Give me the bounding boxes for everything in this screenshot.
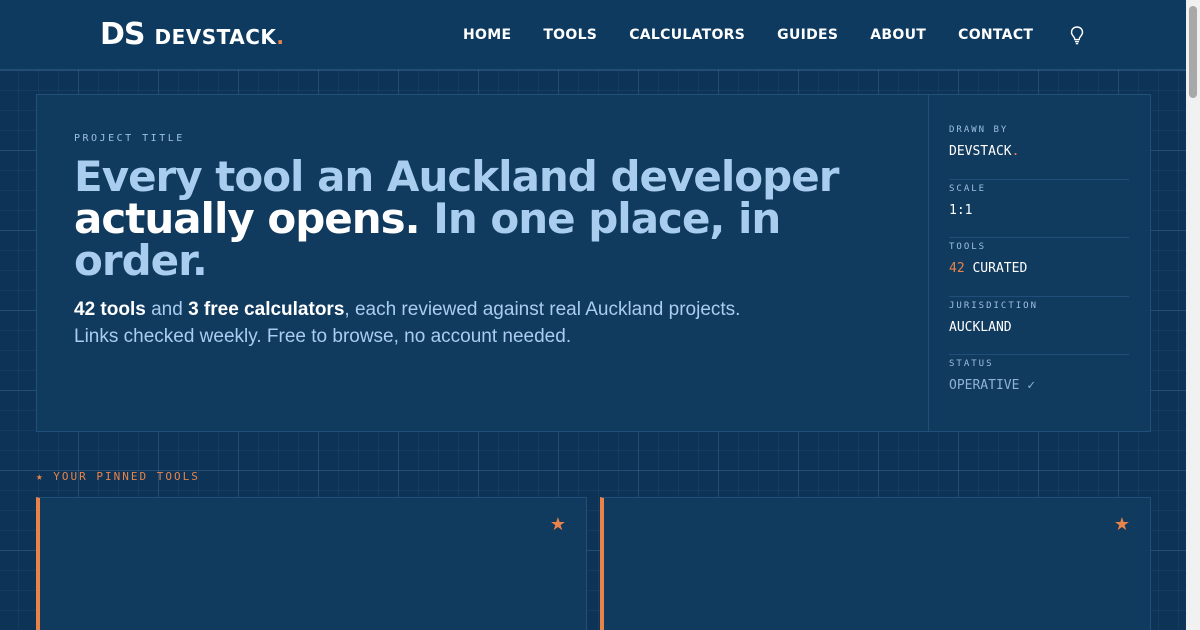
nav-tools[interactable]: TOOLS <box>543 27 597 43</box>
lightbulb-icon[interactable] <box>1069 25 1085 45</box>
spec-tools: TOOLS 42 CURATED <box>949 238 1129 297</box>
pinned-tools-heading: ★ YOUR PINNED TOOLS <box>36 470 200 483</box>
nav-calculators[interactable]: CALCULATORS <box>629 27 745 43</box>
status-badge: OPERATIVE ✓ <box>949 378 1036 393</box>
logo-mark: DS <box>100 17 146 52</box>
page-scrollbar[interactable] <box>1186 0 1200 630</box>
logo-dot: . <box>276 25 285 49</box>
nav-about[interactable]: ABOUT <box>870 27 926 43</box>
title-block: DRAWN BY DEVSTACK. SCALE 1:1 TOOLS 42 CU… <box>928 95 1151 431</box>
spec-scale: SCALE 1:1 <box>949 180 1129 238</box>
hero-eyebrow: PROJECT TITLE <box>74 133 185 144</box>
scrollbar-thumb[interactable] <box>1189 6 1197 98</box>
pinned-tool-card[interactable]: ★ <box>600 497 1151 630</box>
main-nav: HOME TOOLS CALCULATORS GUIDES ABOUT CONT… <box>463 25 1085 45</box>
logo[interactable]: DS DEVSTACK. <box>100 17 285 52</box>
site-header: DS DEVSTACK. HOME TOOLS CALCULATORS GUID… <box>0 0 1186 70</box>
nav-contact[interactable]: CONTACT <box>958 27 1033 43</box>
logo-name: DEVSTACK. <box>154 25 285 49</box>
hero-content: PROJECT TITLE Every tool an Auckland dev… <box>74 133 934 350</box>
spec-status: STATUS OPERATIVE ✓ <box>949 355 1129 414</box>
spec-drawn-by: DRAWN BY DEVSTACK. <box>949 121 1129 180</box>
hero-panel: PROJECT TITLE Every tool an Auckland dev… <box>36 94 1151 432</box>
spec-jurisdiction: JURISDICTION AUCKLAND <box>949 297 1129 355</box>
nav-home[interactable]: HOME <box>463 27 511 43</box>
star-icon[interactable]: ★ <box>550 514 566 535</box>
nav-guides[interactable]: GUIDES <box>777 27 838 43</box>
hero-description: 42 tools and 3 free calculators, each re… <box>74 299 741 347</box>
hero-headline: Every tool an Auckland developer actuall… <box>74 152 839 285</box>
star-icon[interactable]: ★ <box>1114 514 1130 535</box>
pinned-tool-card[interactable]: ★ <box>36 497 587 630</box>
